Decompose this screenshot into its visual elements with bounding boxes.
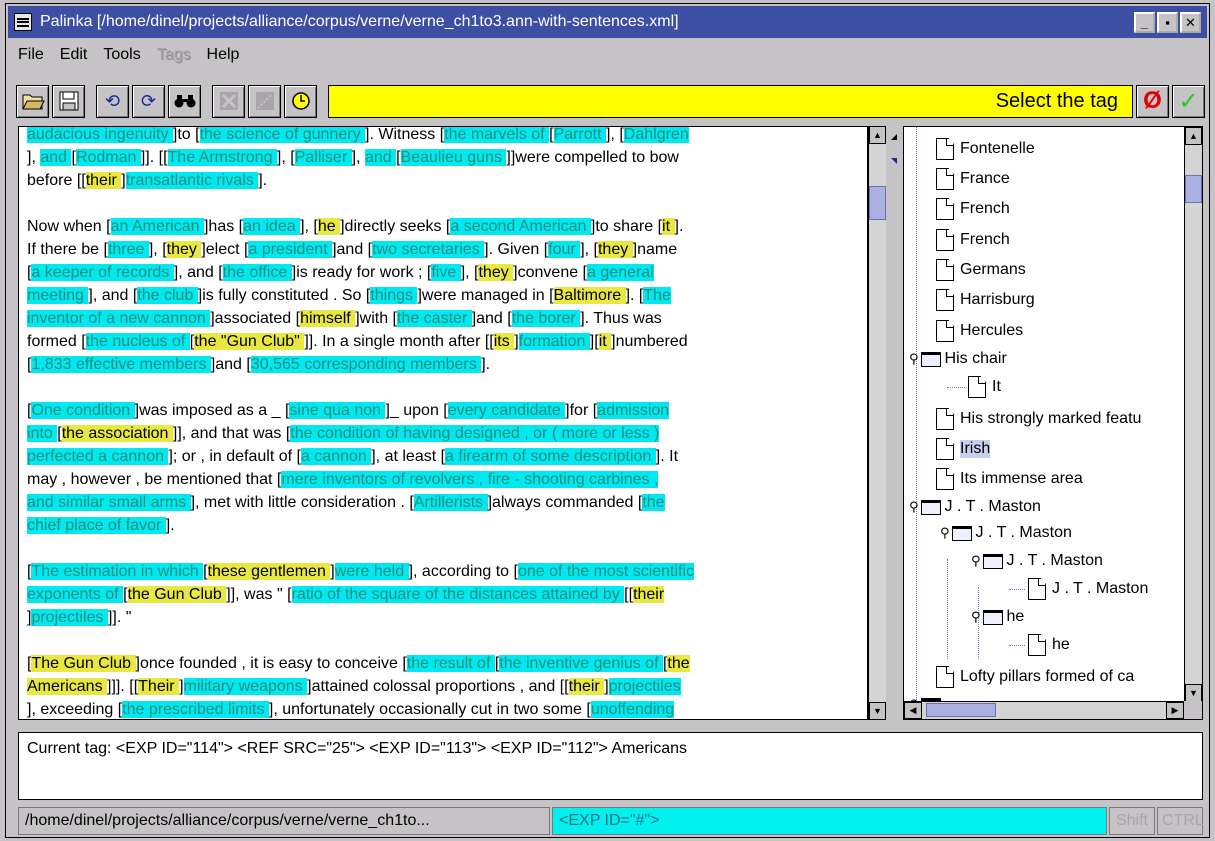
tree-folder-node[interactable]: ⚲ J . T . Maston: [909, 494, 1041, 520]
open-folder-icon[interactable]: [16, 84, 49, 118]
window-title: Palinka [/home/dinel/projects/alliance/c…: [40, 13, 679, 30]
scroll-corner: [1184, 701, 1202, 719]
text-scroll-thumb[interactable]: [869, 186, 886, 220]
tree-node[interactable]: he: [1028, 632, 1070, 658]
minimize-icon[interactable]: _: [1134, 11, 1155, 33]
folder-icon: [920, 351, 941, 367]
menu-tags: Tags: [156, 46, 191, 63]
status-bar: /home/dinel/projects/alliance/corpus/ver…: [18, 807, 1204, 835]
expand-toggle-icon[interactable]: ⚲: [909, 499, 919, 515]
tree-node[interactable]: Fontenelle: [936, 136, 1035, 162]
tree-scroll-thumb[interactable]: [1185, 175, 1202, 203]
tree-folder-node[interactable]: ⚲ His chair: [909, 346, 1007, 372]
cancel-icon[interactable]: Ø: [1136, 84, 1169, 118]
document-icon: [936, 438, 954, 460]
document-icon: [936, 320, 954, 342]
document-text-pane[interactable]: audacious ingenuity ]to [the science of …: [18, 126, 868, 720]
title-bar[interactable]: Palinka [/home/dinel/projects/alliance/c…: [8, 6, 1207, 38]
document-icon: [936, 289, 954, 311]
document-icon: [936, 198, 954, 220]
menu-help[interactable]: Help: [207, 46, 240, 64]
tree-node[interactable]: French: [936, 227, 1010, 253]
document-icon: [936, 138, 954, 160]
menu-edit[interactable]: Edit: [60, 46, 88, 64]
find-binoculars-icon[interactable]: [168, 84, 201, 118]
expand-toggle-icon[interactable]: ⚲: [940, 525, 950, 541]
tree-scrollbar[interactable]: ▲ ▼: [1184, 127, 1202, 702]
tag-prompt-text: Select the tag: [995, 89, 1118, 112]
confirm-check-icon[interactable]: ✓: [1172, 84, 1205, 118]
file-path-status: /home/dinel/projects/alliance/corpus/ver…: [18, 807, 550, 835]
timer-icon[interactable]: [284, 84, 317, 118]
exp-tag-status: <EXP ID="#">: [552, 807, 1107, 835]
tag-tree-pane: Fontenelle France French French Germans …: [903, 126, 1203, 720]
tag-prompt: Select the tag: [328, 84, 1133, 118]
menu-file[interactable]: File: [18, 46, 44, 64]
close-icon[interactable]: ✕: [1180, 11, 1201, 33]
app-window: Palinka [/home/dinel/projects/alliance/c…: [5, 3, 1210, 838]
scroll-down-icon[interactable]: ▼: [869, 702, 886, 720]
tree-node[interactable]: French: [936, 196, 1010, 222]
folder-icon: [920, 499, 941, 515]
scroll-up-icon[interactable]: ▲: [1185, 127, 1202, 145]
tree-node[interactable]: Lofty pillars formed of ca: [936, 664, 1134, 690]
document-icon: [936, 468, 954, 490]
redo-icon[interactable]: ⟳: [132, 84, 165, 118]
scroll-up-icon[interactable]: ▲: [869, 126, 886, 144]
document-text: audacious ingenuity ]to [the science of …: [27, 127, 859, 719]
delete-tag-icon[interactable]: [212, 84, 245, 118]
expand-toggle-icon[interactable]: ⚲: [909, 351, 919, 367]
document-icon: [936, 408, 954, 430]
link-tag-icon[interactable]: [248, 84, 281, 118]
tree-node[interactable]: J . T . Maston: [1028, 576, 1148, 602]
window-menu-icon[interactable]: [14, 13, 32, 31]
document-icon: [1028, 634, 1046, 656]
document-icon: [968, 376, 986, 398]
scroll-down-icon[interactable]: ▼: [1185, 684, 1202, 702]
tree-node[interactable]: Germans: [936, 257, 1026, 283]
tree-hscroll-thumb[interactable]: [926, 703, 996, 717]
tree-folder-node[interactable]: ⚲ he: [971, 604, 1024, 630]
folder-icon: [951, 525, 972, 541]
text-scrollbar[interactable]: ▲ ▼: [868, 126, 886, 720]
tree-horizontal-scrollbar[interactable]: ◀ ▶: [904, 701, 1184, 719]
save-icon[interactable]: [52, 84, 85, 118]
tree-node[interactable]: Harrisburg: [936, 287, 1035, 313]
tree-node[interactable]: Hercules: [936, 318, 1023, 344]
undo-icon[interactable]: ⟲: [96, 84, 129, 118]
menu-bar: File Edit Tools Tags Help: [8, 42, 1207, 68]
tree-node[interactable]: France: [936, 166, 1010, 192]
split-pane-divider[interactable]: [887, 126, 900, 720]
current-tag-panel: Current tag: <EXP ID="114"> <REF SRC="25…: [18, 732, 1203, 800]
tree-node-selected[interactable]: Irish: [936, 436, 991, 462]
folder-icon: [982, 553, 1003, 569]
expand-toggle-icon[interactable]: ⚲: [971, 609, 981, 625]
document-icon: [936, 666, 954, 688]
menu-tools[interactable]: Tools: [103, 46, 140, 64]
scroll-left-icon[interactable]: ◀: [904, 702, 922, 719]
maximize-icon[interactable]: ▪: [1157, 11, 1178, 33]
document-icon: [936, 259, 954, 281]
tag-tree[interactable]: Fontenelle France French French Germans …: [904, 127, 1184, 702]
tree-node[interactable]: It: [968, 374, 1001, 400]
tree-node[interactable]: Its immense area: [936, 466, 1083, 492]
document-icon: [936, 229, 954, 251]
current-tag-text: Current tag: <EXP ID="114"> <REF SRC="25…: [27, 740, 688, 757]
shift-indicator: Shift: [1109, 807, 1155, 835]
tree-node[interactable]: His strongly marked featu: [936, 406, 1141, 432]
tree-folder-node[interactable]: ⚲ J . T . Maston: [940, 520, 1072, 546]
ctrl-indicator: CTRL: [1157, 807, 1204, 835]
document-icon: [1028, 578, 1046, 600]
expand-toggle-icon[interactable]: ⚲: [971, 553, 981, 569]
document-icon: [936, 168, 954, 190]
scroll-right-icon[interactable]: ▶: [1166, 702, 1184, 719]
tree-folder-node[interactable]: ⚲ J . T . Maston: [971, 548, 1103, 574]
folder-icon: [982, 609, 1003, 625]
toolbar: ⟲ ⟳ Select the tag Ø ✓: [16, 80, 1205, 122]
